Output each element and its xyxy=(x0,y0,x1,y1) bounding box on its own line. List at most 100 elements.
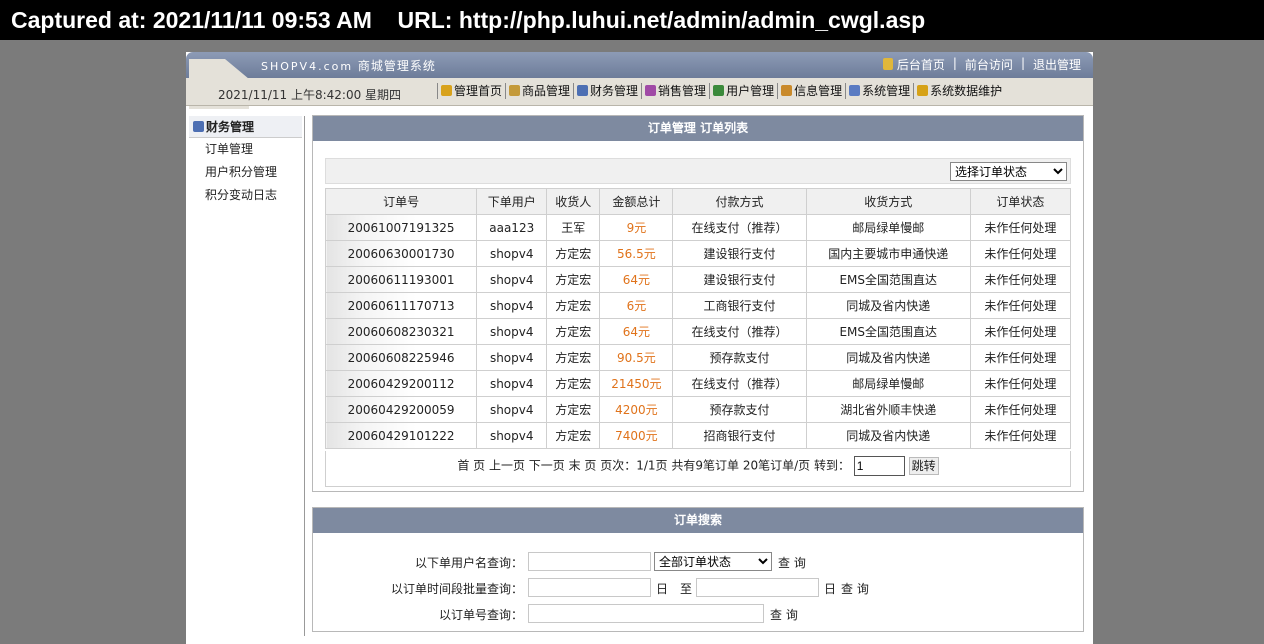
nav-label: 管理首页 xyxy=(454,84,503,98)
table-row[interactable]: 20061007191325 aaa123 王军 9元 在线支付（推荐） 邮局绿单慢邮 未作… xyxy=(324,214,1072,241)
nav-item[interactable]: 用户管理 xyxy=(713,82,774,99)
sidebar-item-points-log[interactable]: 积分变动日志 xyxy=(189,184,302,207)
nav-separator xyxy=(709,82,711,99)
nav-item[interactable]: 销售管理 xyxy=(645,82,706,99)
search-by-date-row: 以订单时间段批量查询： 日 至 日 查 询 xyxy=(313,577,1083,599)
nav-label: 商品管理 xyxy=(522,84,571,98)
table-cell: shopv4 xyxy=(476,370,548,397)
capture-bar: Captured at: 2021/11/11 09:53 AM URL: ht… xyxy=(0,0,1264,40)
table-row[interactable]: 20060429200059 shopv4 方定宏 4200元 预存款支付 湖北省外顺丰快… xyxy=(324,396,1072,423)
table-cell: shopv4 xyxy=(476,240,548,267)
table-cell[interactable]: 20060630001730 xyxy=(324,240,478,267)
table-cell: 未作任何处理 xyxy=(969,318,1072,345)
link-admin-home[interactable]: 后台首页 xyxy=(897,56,945,73)
nav-label: 系统数据维护 xyxy=(930,84,1003,98)
table-cell: 21450元 xyxy=(599,370,674,397)
sidebar: 财务管理 订单管理 用户积分管理 积分变动日志 xyxy=(189,116,302,207)
table-cell[interactable]: 20060429200059 xyxy=(324,396,478,423)
order-number-input[interactable] xyxy=(528,604,764,623)
nav-label: 系统管理 xyxy=(862,84,911,98)
nav-item[interactable]: 财务管理 xyxy=(577,82,638,99)
table-cell: 方定宏 xyxy=(546,318,601,345)
nav-item[interactable]: 系统管理 xyxy=(849,82,910,99)
table-cell: 方定宏 xyxy=(546,292,601,319)
nav-item[interactable]: 商品管理 xyxy=(509,82,570,99)
table-cell: 方定宏 xyxy=(546,396,601,423)
nav-item[interactable]: 信息管理 xyxy=(781,82,842,99)
link-logout[interactable]: 退出管理 xyxy=(1033,56,1081,73)
table-cell: shopv4 xyxy=(476,266,548,293)
table-row[interactable]: 20060608225946 shopv4 方定宏 90.5元 预存款支付 同城及省内快递… xyxy=(324,344,1072,371)
table-cell: EMS全国范围直达 xyxy=(805,318,971,345)
table-cell[interactable]: 20060608225946 xyxy=(324,344,478,371)
search-status-select[interactable]: 全部订单状态 xyxy=(654,552,772,571)
column-header: 下单用户 xyxy=(476,188,548,215)
table-cell: 王军 xyxy=(546,214,601,241)
search-user-input[interactable] xyxy=(528,552,651,571)
table-cell[interactable]: 20060429101222 xyxy=(324,422,478,449)
order-status-select[interactable]: 选择订单状态 xyxy=(950,162,1067,181)
table-cell: 同城及省内快递 xyxy=(805,422,971,449)
sidebar-item-orders[interactable]: 订单管理 xyxy=(189,138,302,161)
nav-icon xyxy=(781,85,793,96)
table-row[interactable]: 20060429200112 shopv4 方定宏 21450元 在线支付（推荐） 邮局绿… xyxy=(324,370,1072,397)
table-cell[interactable]: 20060611170713 xyxy=(324,292,478,319)
pager-text: 首 页 上一页 下一页 末 页 页次：1/1页 共有9笔订单 20笔订单/页 转… xyxy=(457,458,850,473)
nav-icon xyxy=(441,85,452,96)
main-nav: 管理首页 商品管理 财务管理 销售管理 用户管理 信息管理 系统管理 系统数据维护 xyxy=(434,82,1002,99)
table-cell: 未作任何处理 xyxy=(969,370,1072,397)
table-cell: 在线支付（推荐） xyxy=(672,370,807,397)
finance-icon xyxy=(193,121,204,132)
table-cell[interactable]: 20060608230321 xyxy=(324,318,478,345)
table-row[interactable]: 20060429101222 shopv4 方定宏 7400元 招商银行支付 同城及省内快… xyxy=(324,422,1072,449)
nav-icon xyxy=(917,85,929,96)
table-cell: shopv4 xyxy=(476,292,548,319)
table-cell: 7400元 xyxy=(599,422,674,449)
column-header: 付款方式 xyxy=(672,188,807,215)
table-cell: 方定宏 xyxy=(546,422,601,449)
table-row[interactable]: 20060611193001 shopv4 方定宏 64元 建设银行支付 EMS全国范围直… xyxy=(324,266,1072,293)
search-user-query-button[interactable]: 查 询 xyxy=(778,554,806,571)
table-cell: EMS全国范围直达 xyxy=(805,266,971,293)
table-cell[interactable]: 20060611193001 xyxy=(324,266,478,293)
nav-item[interactable]: 管理首页 xyxy=(441,82,502,99)
pager: 首 页 上一页 下一页 末 页 页次：1/1页 共有9笔订单 20笔订单/页 转… xyxy=(325,451,1071,487)
date-start-input[interactable] xyxy=(528,578,651,597)
sidebar-item-points[interactable]: 用户积分管理 xyxy=(189,161,302,184)
date-end-input[interactable] xyxy=(696,578,819,597)
table-cell: 未作任何处理 xyxy=(969,266,1072,293)
brand-logo: SHOPV4.com xyxy=(261,60,354,73)
column-header: 订单状态 xyxy=(969,188,1072,215)
nav-label: 用户管理 xyxy=(726,84,775,98)
table-cell: 同城及省内快递 xyxy=(805,344,971,371)
table-row[interactable]: 20060611170713 shopv4 方定宏 6元 工商银行支付 同城及省内快递 未作… xyxy=(324,292,1072,319)
sidebar-title: 财务管理 xyxy=(189,116,302,138)
table-cell[interactable]: 20061007191325 xyxy=(324,214,478,241)
search-user-label: 以下单用户名查询： xyxy=(414,556,523,570)
table-cell: 在线支付（推荐） xyxy=(672,214,807,241)
table-cell: 64元 xyxy=(599,318,674,345)
nav-label: 销售管理 xyxy=(658,84,707,98)
table-cell: 国内主要城市申通快递 xyxy=(805,240,971,267)
table-cell: 未作任何处理 xyxy=(969,422,1072,449)
page-number-input[interactable] xyxy=(853,456,905,476)
table-row[interactable]: 20060608230321 shopv4 方定宏 64元 在线支付（推荐） EMS全国范… xyxy=(324,318,1072,345)
search-order-query-button[interactable]: 查 询 xyxy=(770,606,798,623)
nav-item[interactable]: 系统数据维护 xyxy=(917,82,1002,99)
search-by-user-row: 以下单用户名查询： 全部订单状态 查 询 xyxy=(313,551,1083,573)
datetime: 2021/11/11 上午8:42:00 星期四 xyxy=(218,88,402,102)
table-row[interactable]: 20060630001730 shopv4 方定宏 56.5元 建设银行支付 国内主要城市… xyxy=(324,240,1072,267)
search-date-label: 以订单时间段批量查询： xyxy=(390,582,523,596)
search-by-order-row: 以订单号查询： 查 询 xyxy=(313,603,1083,625)
search-date-query-button[interactable]: 查 询 xyxy=(841,580,869,597)
link-frontend[interactable]: 前台访问 xyxy=(965,56,1013,73)
nav-separator xyxy=(913,82,915,99)
header-top-bar: SHOPV4.com 商城管理系统 后台首页 | 前台访问 | 退出管理 xyxy=(186,52,1093,78)
top-links: 后台首页 | 前台访问 | 退出管理 xyxy=(882,56,1081,73)
nav-label: 信息管理 xyxy=(794,84,843,98)
table-cell: shopv4 xyxy=(476,318,548,345)
go-page-button[interactable]: 跳转 xyxy=(908,457,939,475)
table-cell: 方定宏 xyxy=(546,266,601,293)
nav-separator xyxy=(777,82,779,99)
table-cell[interactable]: 20060429200112 xyxy=(324,370,478,397)
